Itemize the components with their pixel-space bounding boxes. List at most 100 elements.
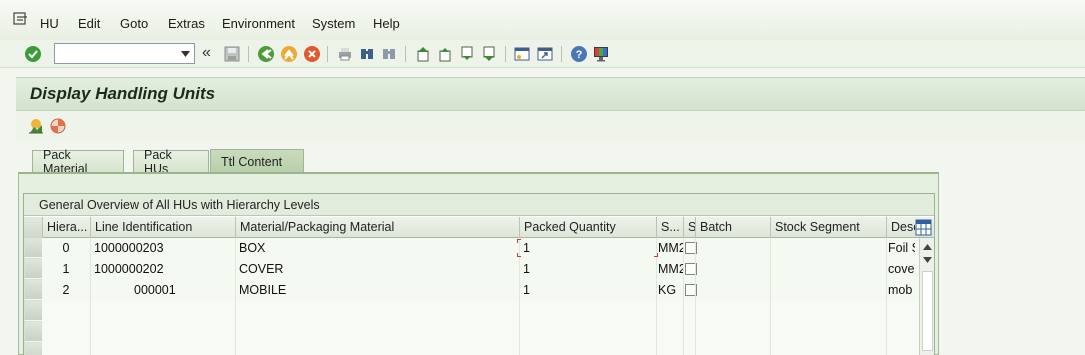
create-session-icon[interactable] (512, 44, 532, 64)
cell-material: BOX (239, 241, 266, 255)
col-header-s[interactable]: S (683, 217, 695, 238)
hu-monitor-icon[interactable] (26, 116, 46, 136)
col-header-batch[interactable]: Batch (695, 217, 770, 238)
toolbar-separator (505, 46, 506, 62)
table-settings-icon[interactable] (915, 219, 932, 236)
cell-unit: MM2 (658, 241, 683, 255)
row-selector[interactable] (25, 343, 42, 355)
scroll-thumb[interactable] (922, 271, 933, 351)
cell-packed-qty[interactable]: 1 (519, 238, 656, 259)
next-page-icon[interactable] (457, 44, 477, 64)
toolbar-separator (561, 46, 562, 62)
svg-text:?: ? (576, 49, 583, 61)
menu-help[interactable]: Help (373, 16, 400, 31)
toolbar-separator (248, 46, 249, 62)
find-next-icon[interactable] (379, 44, 399, 64)
cell-batch (695, 280, 770, 301)
cell-hierarchy: 1 (62, 262, 70, 276)
scroll-down-icon[interactable] (921, 253, 934, 267)
chevron-down-icon[interactable] (178, 47, 192, 61)
save-icon[interactable] (222, 44, 242, 64)
col-header-line-identification[interactable]: Line Identification (90, 217, 235, 238)
focus-marker (517, 239, 521, 243)
column-divider (886, 238, 887, 355)
title-bar: Display Handling Units (16, 77, 1085, 111)
cell-batch (695, 259, 770, 280)
cell-line-id: 1000000202 (94, 262, 164, 276)
column-divider (695, 238, 696, 355)
cell-description: cove (888, 262, 915, 276)
focus-marker (654, 253, 658, 257)
cell-line-id: 1000000203 (94, 241, 164, 255)
scroll-up-icon[interactable] (921, 240, 934, 254)
menu-hu[interactable]: HU (40, 16, 59, 31)
collapse-arrows-icon[interactable]: « (202, 44, 211, 62)
table-row[interactable]: 0 1000000203 BOX 1 MM2 Foil S (42, 238, 934, 259)
tab-pack-material[interactable]: Pack Material (32, 148, 124, 176)
col-header-material[interactable]: Material/Packaging Material (235, 217, 519, 238)
first-page-icon[interactable] (413, 44, 433, 64)
col-header-unit[interactable]: S... (656, 217, 683, 238)
help-icon[interactable]: ? (569, 44, 589, 64)
cell-unit: KG (658, 283, 677, 297)
create-shortcut-icon[interactable] (535, 44, 555, 64)
cell-packed-qty[interactable]: 1 (519, 280, 656, 301)
cell-line-id: 000001 (134, 283, 176, 297)
row-selector[interactable] (25, 238, 42, 258)
command-input[interactable] (55, 44, 173, 63)
table-row[interactable]: 2 000001 MOBILE 1 KG mob (42, 280, 934, 301)
back-icon[interactable] (256, 44, 276, 64)
table-row-empty (42, 322, 934, 343)
menu-system[interactable]: System (312, 16, 355, 31)
previous-page-icon[interactable] (435, 44, 455, 64)
pie-chart-icon[interactable] (48, 116, 68, 136)
menu-extras[interactable]: Extras (168, 16, 205, 31)
tab-ttl-content[interactable]: Ttl Content (210, 149, 304, 173)
cell-material: MOBILE (239, 283, 287, 297)
cell-stock-segment (770, 259, 886, 280)
exit-icon[interactable] (279, 44, 299, 64)
col-header-hierarchy[interactable]: Hiera... (42, 217, 90, 238)
row-selector[interactable] (25, 301, 42, 321)
cell-description: Foil S (888, 241, 915, 255)
find-icon[interactable] (357, 44, 377, 64)
table-row[interactable]: 1 1000000202 COVER 1 MM2 cove (42, 259, 934, 280)
menu-goto[interactable]: Goto (120, 16, 148, 31)
cell-packed-qty[interactable]: 1 (519, 259, 656, 280)
page-title: Display Handling Units (30, 84, 216, 103)
tab-pack-hus[interactable]: Pack HUs (133, 148, 209, 176)
print-icon[interactable] (335, 44, 355, 64)
enter-icon[interactable] (23, 44, 43, 64)
cell-unit: MM2 (658, 262, 683, 276)
last-page-icon[interactable] (479, 44, 499, 64)
command-field[interactable] (54, 43, 195, 64)
standard-toolbar: « ? (0, 40, 1085, 68)
tab-label: Ttl Content (221, 154, 283, 169)
toolbar-separator (327, 46, 328, 62)
column-divider (235, 238, 236, 355)
cell-hierarchy: 2 (62, 283, 70, 297)
row-selector[interactable] (25, 259, 42, 279)
cell-stock-segment (770, 238, 886, 259)
row-selector[interactable] (25, 322, 42, 342)
row-selector-column (24, 238, 42, 355)
focus-marker (517, 253, 521, 257)
cancel-icon[interactable] (302, 44, 322, 64)
select-all-cell[interactable] (24, 217, 42, 238)
grid-header: Hiera... Line Identification Material/Pa… (24, 217, 934, 238)
cell-batch (695, 238, 770, 259)
vertical-scrollbar[interactable] (919, 238, 934, 355)
system-menu-icon[interactable] (13, 12, 29, 26)
row-selector[interactable] (25, 280, 42, 300)
cell-hierarchy: 0 (62, 241, 70, 255)
cell-description: mob (888, 283, 913, 297)
application-toolbar (16, 111, 1085, 141)
col-header-stock-segment[interactable]: Stock Segment (770, 217, 886, 238)
toolbar-separator (405, 46, 406, 62)
customize-layout-icon[interactable] (591, 44, 611, 64)
col-header-packed-quantity[interactable]: Packed Quantity (519, 217, 656, 238)
col-header-description[interactable]: Desc (886, 217, 915, 238)
cell-material: COVER (239, 262, 284, 276)
menu-environment[interactable]: Environment (222, 16, 295, 31)
menu-edit[interactable]: Edit (78, 16, 100, 31)
